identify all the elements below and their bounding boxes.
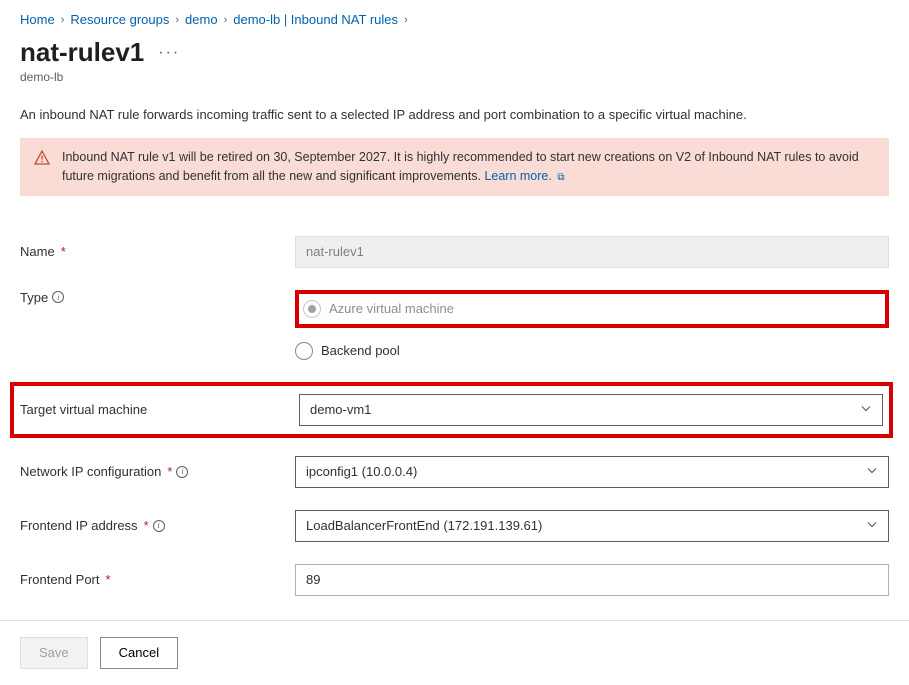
type-radio-backend-pool[interactable]: Backend pool: [295, 342, 889, 360]
banner-learn-more-link[interactable]: Learn more. ⧉: [484, 169, 564, 183]
info-icon[interactable]: i: [153, 520, 165, 532]
target-vm-label: Target virtual machine: [20, 402, 147, 417]
nat-rule-form: Name * Type i Azure virtual machine: [20, 236, 889, 596]
radio-icon: [303, 300, 321, 318]
chevron-right-icon: ›: [61, 14, 65, 26]
chevron-right-icon: ›: [224, 14, 228, 26]
external-link-icon: ⧉: [557, 172, 564, 183]
chevron-right-icon: ›: [175, 14, 179, 26]
target-vm-value: demo-vm1: [310, 402, 371, 417]
frontend-port-input[interactable]: [295, 564, 889, 596]
target-vm-select[interactable]: demo-vm1: [299, 394, 883, 426]
save-button: Save: [20, 637, 88, 669]
required-indicator: *: [61, 244, 66, 259]
frontend-ip-select[interactable]: LoadBalancerFrontEnd (172.191.139.61): [295, 510, 889, 542]
more-menu-icon[interactable]: ···: [158, 44, 180, 62]
chevron-right-icon: ›: [404, 14, 408, 26]
radio-icon: [295, 342, 313, 360]
type-label: Type: [20, 290, 48, 305]
chevron-down-icon: [866, 518, 878, 533]
type-radio-azure-vm-label: Azure virtual machine: [329, 301, 454, 316]
frontend-ip-label: Frontend IP address: [20, 518, 138, 533]
breadcrumb-lb-nat-rules[interactable]: demo-lb | Inbound NAT rules: [233, 12, 398, 27]
type-radio-backend-pool-label: Backend pool: [321, 343, 400, 358]
type-radio-azure-vm: Azure virtual machine: [303, 300, 454, 318]
frontend-ip-value: LoadBalancerFrontEnd (172.191.139.61): [306, 518, 542, 533]
chevron-down-icon: [866, 464, 878, 479]
breadcrumb-home[interactable]: Home: [20, 12, 55, 27]
breadcrumb-resource-groups[interactable]: Resource groups: [70, 12, 169, 27]
page-title: nat-rulev1: [20, 37, 144, 68]
ipconfig-label: Network IP configuration: [20, 464, 161, 479]
required-indicator: *: [106, 572, 111, 587]
ipconfig-value: ipconfig1 (10.0.0.4): [306, 464, 417, 479]
footer-actions: Save Cancel: [0, 620, 909, 685]
breadcrumb-demo[interactable]: demo: [185, 12, 218, 27]
chevron-down-icon: [860, 402, 872, 417]
required-indicator: *: [167, 464, 172, 479]
name-input: [295, 236, 889, 268]
breadcrumb: Home › Resource groups › demo › demo-lb …: [20, 8, 889, 37]
name-label: Name: [20, 244, 55, 259]
page-subtitle: demo-lb: [20, 70, 889, 84]
page-description: An inbound NAT rule forwards incoming tr…: [20, 106, 889, 124]
frontend-port-label: Frontend Port: [20, 572, 100, 587]
required-indicator: *: [144, 518, 149, 533]
retirement-warning-banner: Inbound NAT rule v1 will be retired on 3…: [20, 138, 889, 196]
info-icon[interactable]: i: [176, 466, 188, 478]
cancel-button[interactable]: Cancel: [100, 637, 178, 669]
banner-text: Inbound NAT rule v1 will be retired on 3…: [62, 150, 859, 183]
warning-icon: [34, 150, 50, 186]
ipconfig-select[interactable]: ipconfig1 (10.0.0.4): [295, 456, 889, 488]
info-icon[interactable]: i: [52, 291, 64, 303]
